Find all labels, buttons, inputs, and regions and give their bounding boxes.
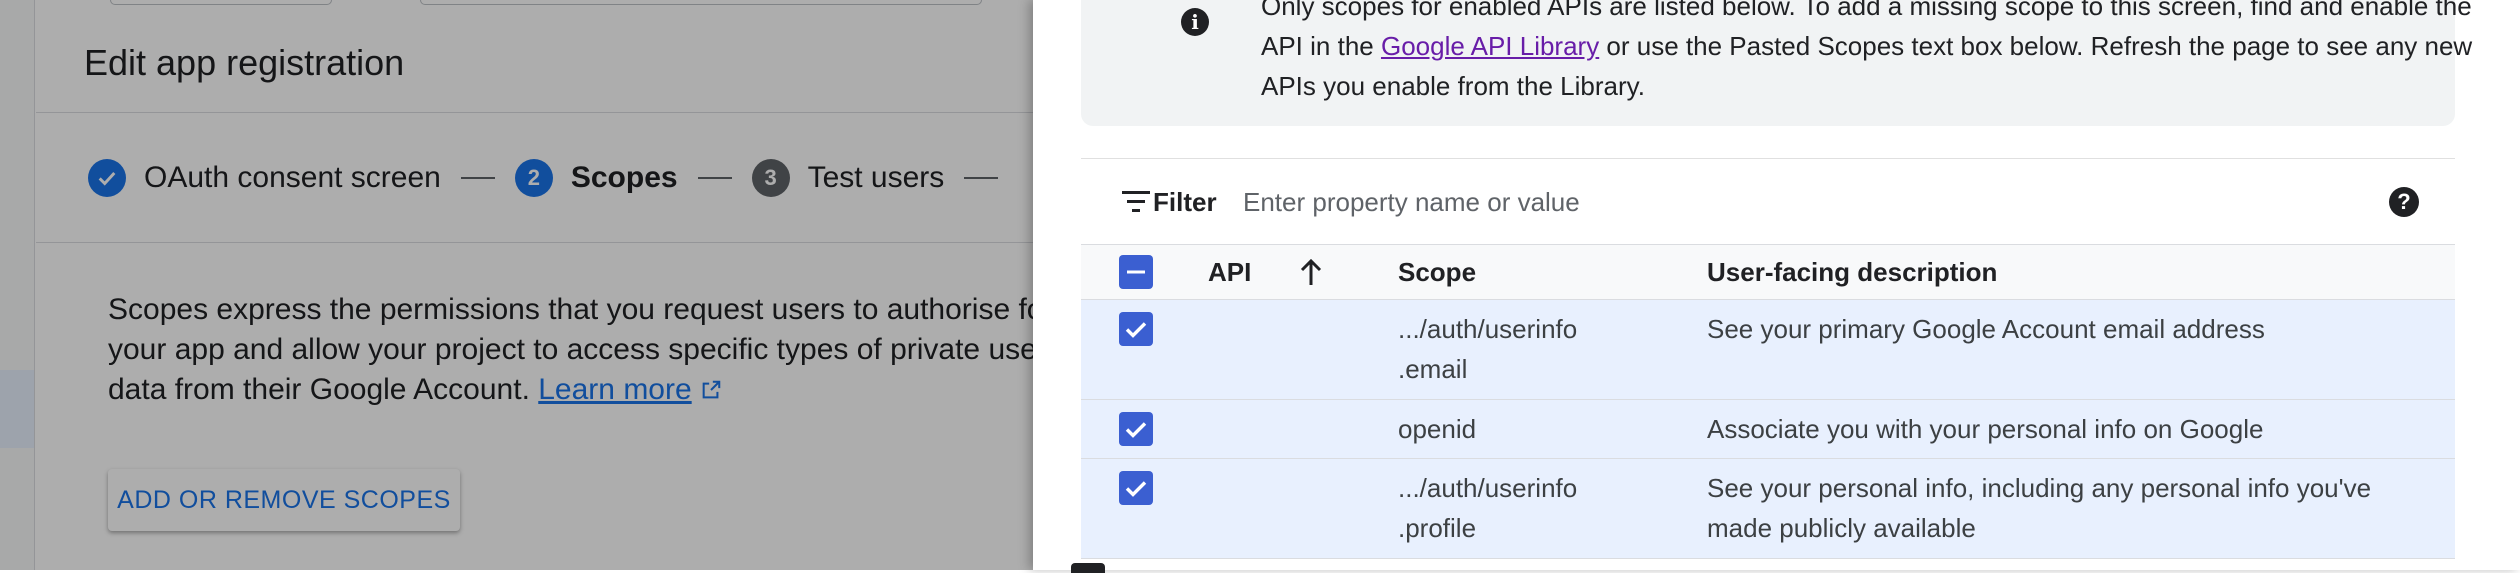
row-checkbox-partial[interactable] (1071, 563, 1105, 573)
scope-description: Associate you with your personal info on… (1707, 414, 2264, 444)
table-row[interactable]: openid Associate you with your personal … (1081, 400, 2455, 459)
scope-description: See your primary Google Account email ad… (1707, 314, 2265, 344)
sort-ascending-icon[interactable] (1299, 257, 1323, 287)
info-banner-text: Only scopes for enabled APIs are listed … (1261, 0, 2501, 106)
column-header-scope[interactable]: Scope (1398, 252, 1476, 292)
update-scopes-panel: i Only scopes for enabled APIs are liste… (1033, 0, 2520, 573)
scope-value-cont: .email (1398, 354, 1468, 384)
select-all-checkbox[interactable] (1119, 255, 1153, 289)
google-api-library-link[interactable]: Google API Library (1381, 31, 1599, 61)
column-header-description[interactable]: User-facing description (1707, 252, 1997, 292)
table-row[interactable]: .../auth/userinfo .email See your primar… (1081, 300, 2455, 400)
scope-description-cont: made publicly available (1707, 513, 1976, 543)
info-banner: i Only scopes for enabled APIs are liste… (1081, 0, 2472, 126)
table-header: API Scope User-facing description (1081, 244, 2455, 300)
help-icon[interactable]: ? (2389, 187, 2419, 217)
filter-label[interactable]: Filter (1153, 187, 1217, 218)
scope-value-cont: .profile (1398, 513, 1477, 543)
table-row[interactable]: .../auth/userinfo .profile See your pers… (1081, 459, 2455, 559)
scope-description: See your personal info, including any pe… (1707, 473, 2372, 503)
scope-value: openid (1398, 414, 1477, 444)
scopes-table: API Scope User-facing description .../au… (1081, 244, 2455, 559)
modal-scrim[interactable] (0, 0, 1033, 570)
row-checkbox[interactable] (1119, 312, 1153, 346)
filter-icon[interactable] (1121, 191, 1151, 215)
row-checkbox[interactable] (1119, 412, 1153, 446)
scope-value: .../auth/userinfo (1398, 314, 1578, 344)
column-header-api[interactable]: API (1208, 252, 1251, 292)
filter-bar: Filter ? (1081, 158, 2455, 245)
info-icon: i (1181, 8, 1209, 36)
filter-input[interactable] (1241, 181, 2245, 223)
scope-value: .../auth/userinfo (1398, 473, 1578, 503)
row-checkbox[interactable] (1119, 471, 1153, 505)
